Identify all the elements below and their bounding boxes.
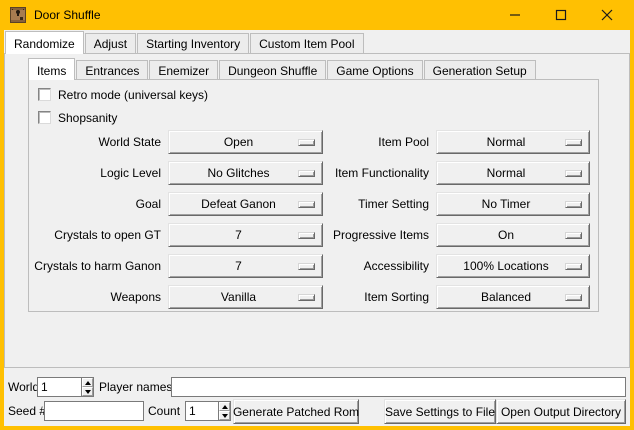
shopsanity-checkbox[interactable] [38,111,51,124]
count-spin-down-button[interactable] [219,411,230,420]
crystals-ganon-label: Crystals to harm Ganon [33,259,161,273]
tab-adjust[interactable]: Adjust [85,33,136,53]
maximize-button[interactable] [538,0,584,30]
caption-buttons [492,0,630,30]
accessibility-dropdown[interactable]: 100% Locations [436,254,590,278]
dropdown-indicator-icon [565,201,582,208]
open-output-directory-button[interactable]: Open Output Directory [496,399,626,424]
tab-generation-setup[interactable]: Generation Setup [424,60,536,79]
worlds-spinbox [37,377,94,397]
dropdown-indicator-icon [298,232,315,239]
dropdown-indicator-icon [565,170,582,177]
crystals-gt-dropdown[interactable]: 7 [168,223,323,247]
worlds-spin-down-button[interactable] [82,387,93,396]
dropdown-indicator-icon [298,170,315,177]
count-input[interactable] [185,401,218,421]
player-names-label: Player names [99,377,172,397]
world-state-label: World State [33,135,161,149]
world-state-dropdown[interactable]: Open [168,130,323,154]
arrow-down-icon [85,390,91,394]
dropdown-indicator-icon [298,263,315,270]
shopsanity-checkbox-row[interactable]: Shopsanity [38,110,117,125]
item-functionality-dropdown[interactable]: Normal [436,161,590,185]
tab-entrances[interactable]: Entrances [76,60,148,79]
weapons-label: Weapons [33,290,161,304]
arrow-down-icon [222,414,228,418]
count-spin-buttons [218,401,231,421]
close-button[interactable] [584,0,630,30]
retro-mode-label: Retro mode (universal keys) [58,88,208,102]
timer-setting-dropdown[interactable]: No Timer [436,192,590,216]
crystals-ganon-dropdown[interactable]: 7 [168,254,323,278]
worlds-input[interactable] [37,377,81,397]
tab-items[interactable]: Items [28,58,75,80]
logic-level-dropdown[interactable]: No Glitches [168,161,323,185]
seed-label: Seed # [8,401,46,421]
progressive-items-label: Progressive Items [330,228,429,242]
dropdown-indicator-icon [565,263,582,270]
save-settings-button[interactable]: Save Settings to File [384,399,496,424]
tab-enemizer[interactable]: Enemizer [149,60,218,79]
items-pane: Retro mode (universal keys) Shopsanity W… [28,79,599,312]
progressive-items-dropdown[interactable]: On [436,223,590,247]
seed-input[interactable] [44,401,144,421]
arrow-up-icon [222,405,228,409]
tab-randomize[interactable]: Randomize [5,31,84,54]
dropdown-indicator-icon [298,139,315,146]
window: Door Shuffle Randomize Adjust Starting I… [0,0,634,430]
tab-dungeon-shuffle[interactable]: Dungeon Shuffle [219,60,326,79]
retro-mode-checkbox-row[interactable]: Retro mode (universal keys) [38,87,208,102]
generate-patched-rom-button[interactable]: Generate Patched Rom [233,399,359,424]
tab-game-options[interactable]: Game Options [327,60,422,79]
settings-form: World State Open Item Pool Normal Logic … [33,130,590,309]
count-spinbox [185,401,231,421]
logic-level-label: Logic Level [33,166,161,180]
dropdown-indicator-icon [298,201,315,208]
arrow-up-icon [85,381,91,385]
randomize-pane: Items Entrances Enemizer Dungeon Shuffle… [4,53,630,368]
dropdown-indicator-icon [565,232,582,239]
goal-label: Goal [33,197,161,211]
titlebar: Door Shuffle [0,0,634,30]
retro-mode-checkbox[interactable] [38,88,51,101]
goal-dropdown[interactable]: Defeat Ganon [168,192,323,216]
tab-starting-inventory[interactable]: Starting Inventory [137,33,249,53]
item-functionality-label: Item Functionality [330,166,429,180]
client-area: Randomize Adjust Starting Inventory Cust… [4,30,630,426]
item-pool-label: Item Pool [330,135,429,149]
main-tab-bar: Randomize Adjust Starting Inventory Cust… [5,30,365,53]
accessibility-label: Accessibility [330,259,429,273]
dropdown-indicator-icon [565,294,582,301]
crystals-gt-label: Crystals to open GT [33,228,161,242]
count-spin-up-button[interactable] [219,402,230,411]
count-label: Count [148,401,180,421]
worlds-spin-up-button[interactable] [82,378,93,387]
item-sorting-label: Item Sorting [330,290,429,304]
minimize-button[interactable] [492,0,538,30]
maximize-icon [555,9,567,21]
sub-tab-bar: Items Entrances Enemizer Dungeon Shuffle… [28,57,537,79]
worlds-spin-buttons [81,377,94,397]
shopsanity-label: Shopsanity [58,111,117,125]
close-icon [601,9,613,21]
window-title: Door Shuffle [34,8,101,22]
tab-custom-item-pool[interactable]: Custom Item Pool [250,33,363,53]
item-sorting-dropdown[interactable]: Balanced [436,285,590,309]
dropdown-indicator-icon [565,139,582,146]
door-icon [10,7,26,23]
timer-setting-label: Timer Setting [330,197,429,211]
weapons-dropdown[interactable]: Vanilla [168,285,323,309]
player-names-input[interactable] [171,377,626,397]
dropdown-indicator-icon [298,294,315,301]
minimize-icon [509,9,521,21]
item-pool-dropdown[interactable]: Normal [436,130,590,154]
